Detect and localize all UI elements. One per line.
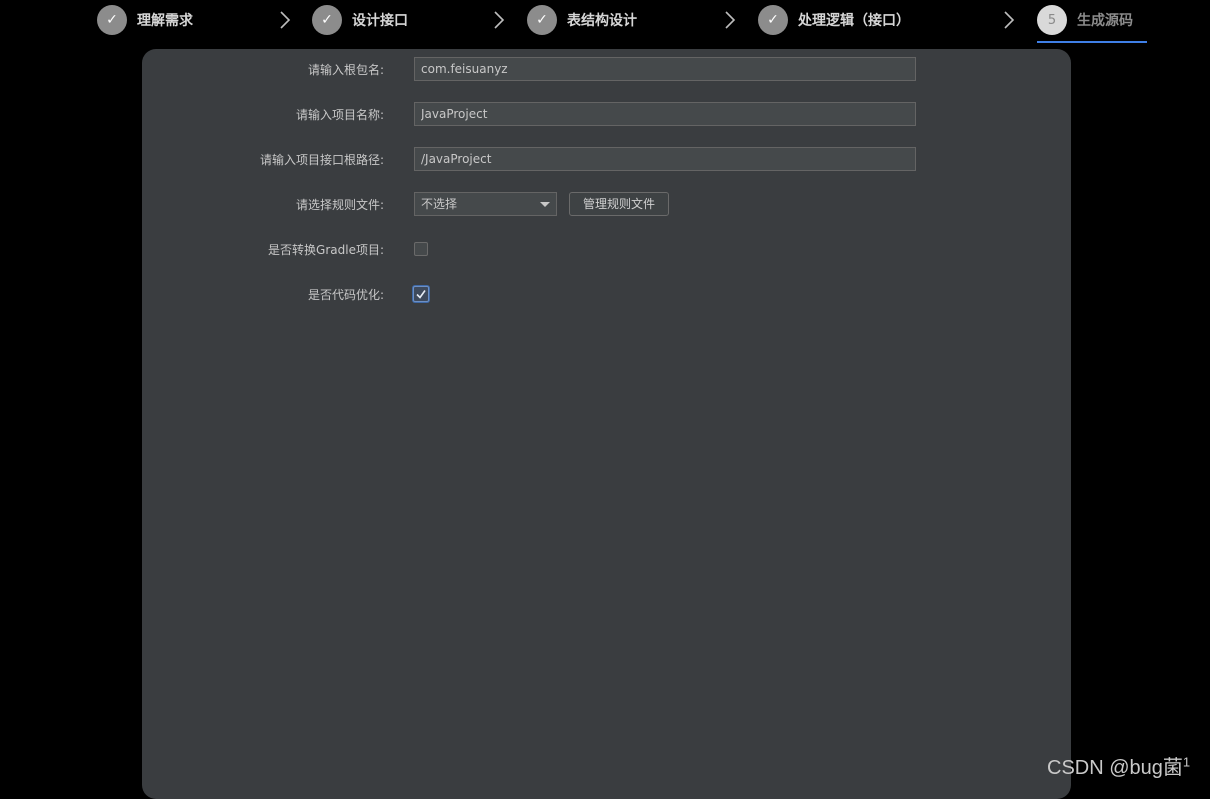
caret-down-icon	[540, 202, 550, 207]
rule-file-label: 请选择规则文件:	[295, 198, 384, 212]
project-name-row: 请输入项目名称:	[142, 102, 1071, 126]
manage-rule-files-button[interactable]: 管理规则文件	[569, 192, 669, 216]
step-done-check-icon: ✓	[97, 5, 127, 35]
rule-file-select[interactable]: 不选择	[414, 192, 557, 216]
chevron-right-icon	[725, 11, 736, 29]
code-optimize-checkbox[interactable]	[413, 286, 429, 302]
step-design-interface[interactable]: ✓ 设计接口	[312, 4, 408, 36]
settings-panel: 请输入根包名: 请输入项目名称: 请输入项目接口根路径: 请选择规则文件: 不选…	[142, 49, 1071, 799]
step-generate-source[interactable]: 5 生成源码	[1037, 4, 1133, 36]
api-root-path-row: 请输入项目接口根路径:	[142, 147, 1071, 171]
chevron-right-icon	[280, 11, 291, 29]
watermark-text: CSDN @bug菌	[1047, 757, 1183, 779]
step-label: 理解需求	[137, 13, 193, 29]
checkmark-icon	[416, 290, 426, 299]
step-table-design[interactable]: ✓ 表结构设计	[527, 4, 637, 36]
gradle-convert-checkbox[interactable]	[414, 242, 428, 256]
step-done-check-icon: ✓	[312, 5, 342, 35]
code-optimize-row: 是否代码优化:	[142, 282, 1071, 306]
rule-file-row: 请选择规则文件: 不选择 管理规则文件	[142, 192, 1071, 216]
step-label: 生成源码	[1077, 13, 1133, 29]
root-package-input[interactable]	[414, 57, 916, 81]
project-name-label: 请输入项目名称:	[295, 108, 384, 122]
root-package-row: 请输入根包名:	[142, 57, 1071, 81]
step-label: 表结构设计	[567, 13, 637, 29]
gradle-convert-label: 是否转换Gradle项目:	[268, 243, 384, 257]
step-process-logic[interactable]: ✓ 处理逻辑（接口）	[758, 4, 910, 36]
api-root-path-label: 请输入项目接口根路径:	[259, 153, 384, 167]
active-step-indicator	[1037, 41, 1147, 43]
watermark-superscript: 1	[1182, 754, 1191, 770]
step-label: 设计接口	[352, 13, 408, 29]
wizard-stepper: ✓ 理解需求 ✓ 设计接口 ✓ 表结构设计 ✓ 处理逻辑（接口） 5 生成源码	[0, 0, 1210, 44]
api-root-path-input[interactable]	[414, 147, 916, 171]
chevron-right-icon	[1004, 11, 1015, 29]
watermark: CSDN @bug菌1	[1047, 751, 1190, 780]
step-done-check-icon: ✓	[758, 5, 788, 35]
step-number-badge: 5	[1037, 5, 1067, 35]
project-name-input[interactable]	[414, 102, 916, 126]
step-label: 处理逻辑（接口）	[798, 13, 910, 29]
step-understand-requirements[interactable]: ✓ 理解需求	[97, 4, 193, 36]
rule-file-selected-value: 不选择	[421, 197, 458, 211]
code-optimize-label: 是否代码优化:	[307, 288, 384, 302]
step-done-check-icon: ✓	[527, 5, 557, 35]
gradle-convert-row: 是否转换Gradle项目:	[142, 237, 1071, 261]
root-package-label: 请输入根包名:	[307, 63, 384, 77]
chevron-right-icon	[494, 11, 505, 29]
